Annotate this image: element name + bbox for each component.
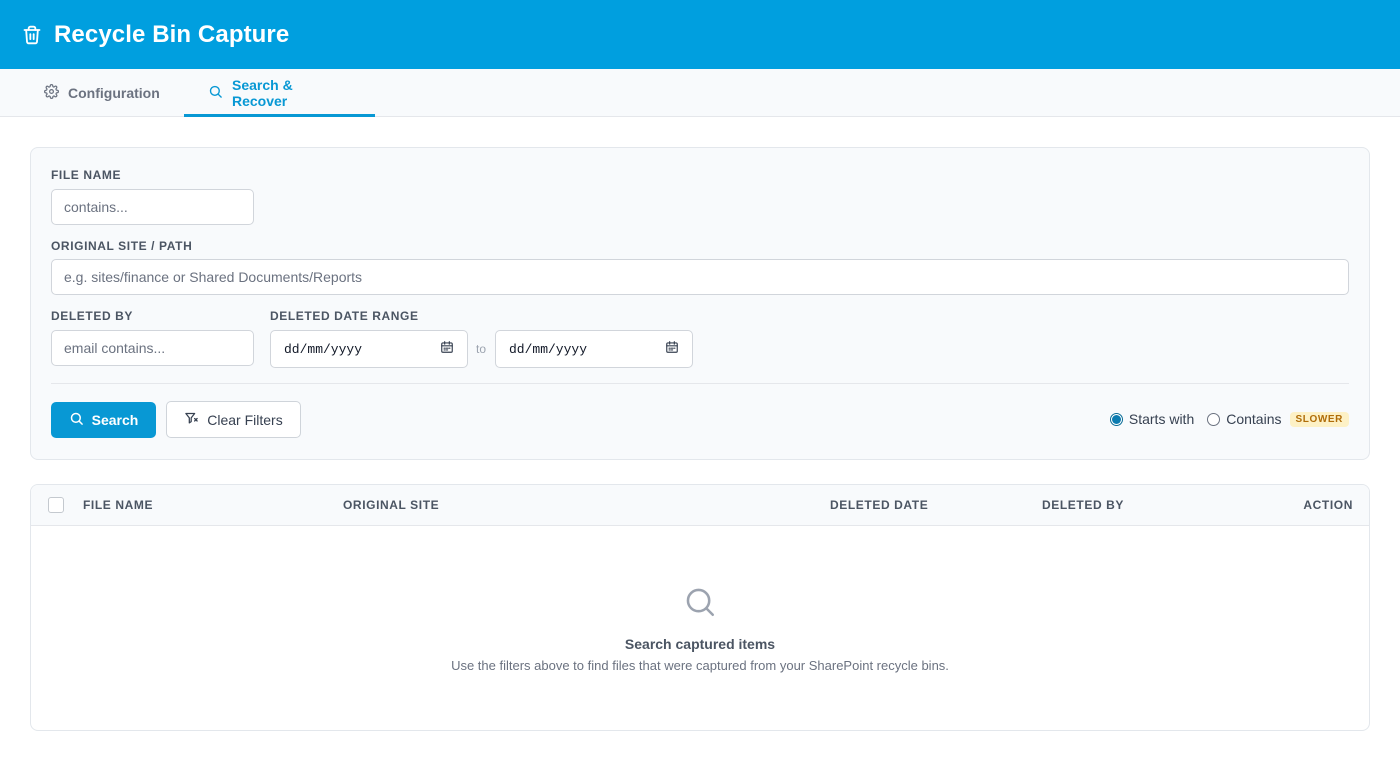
match-mode-group: Starts with Contains SLOWER xyxy=(1109,411,1349,427)
tab-search-recover[interactable]: Search & Recover xyxy=(184,69,375,117)
filter-panel: File name Original site / path Deleted b… xyxy=(30,147,1370,460)
column-file-name[interactable]: File name xyxy=(83,498,153,512)
radio-starts-with-dot[interactable] xyxy=(1109,412,1123,426)
column-original-site[interactable]: Original site xyxy=(343,498,439,512)
gear-icon xyxy=(44,83,59,102)
filter-clear-icon xyxy=(184,411,199,429)
empty-state-title: Search captured items xyxy=(624,636,776,652)
results-table: File name Original site Deleted date Del… xyxy=(30,484,1370,731)
empty-state: Search captured items Use the filters ab… xyxy=(31,585,1369,673)
date-to-value: dd/mm/yyyy xyxy=(509,341,588,357)
tab-configuration[interactable]: Configuration xyxy=(0,69,184,116)
select-all-checkbox[interactable] xyxy=(48,497,64,513)
app-header: Recycle Bin Capture xyxy=(0,0,1400,69)
file-name-label: File name xyxy=(51,168,122,182)
date-range-label: Deleted date range xyxy=(270,309,419,323)
radio-contains-label: Contains xyxy=(1226,411,1282,427)
filter-divider xyxy=(51,383,1349,384)
radio-starts-with-label: Starts with xyxy=(1128,411,1195,427)
search-icon xyxy=(69,411,84,429)
original-site-label: Original site / path xyxy=(51,239,193,253)
search-icon xyxy=(683,585,717,636)
empty-state-subtitle: Use the filters above to find files that… xyxy=(451,658,949,673)
search-button[interactable]: Search xyxy=(51,402,156,438)
calendar-icon[interactable] xyxy=(440,340,454,358)
search-button-label: Search xyxy=(91,412,139,428)
date-range-separator: to xyxy=(476,342,487,356)
slower-badge: SLOWER xyxy=(1289,411,1349,427)
deleted-by-input[interactable] xyxy=(51,330,254,366)
tab-bar: Configuration Search & Recover xyxy=(0,69,1400,117)
date-to-input[interactable]: dd/mm/yyyy xyxy=(495,330,693,368)
date-from-value: dd/mm/yyyy xyxy=(284,341,363,357)
original-site-input[interactable] xyxy=(51,259,1349,295)
column-deleted-date[interactable]: Deleted date xyxy=(830,498,928,512)
file-name-input[interactable] xyxy=(51,189,254,225)
column-action: Action xyxy=(1303,498,1353,512)
radio-contains[interactable]: Contains xyxy=(1207,411,1282,427)
clear-filters-button[interactable]: Clear Filters xyxy=(166,401,301,438)
deleted-by-label: Deleted by xyxy=(51,309,134,323)
radio-contains-dot[interactable] xyxy=(1207,412,1221,426)
tab-search-recover-label: Search & Recover xyxy=(232,76,293,109)
date-from-input[interactable]: dd/mm/yyyy xyxy=(270,330,468,368)
tab-configuration-label: Configuration xyxy=(68,84,160,101)
calendar-icon[interactable] xyxy=(665,340,679,358)
radio-starts-with[interactable]: Starts with xyxy=(1109,411,1195,427)
column-deleted-by[interactable]: Deleted by xyxy=(1042,498,1124,512)
table-header: File name Original site Deleted date Del… xyxy=(31,485,1369,526)
app-title: Recycle Bin Capture xyxy=(54,20,290,48)
trash-icon xyxy=(22,24,42,46)
search-icon xyxy=(208,84,223,102)
app-window: Recycle Bin Capture Configuration Search… xyxy=(0,0,1400,763)
clear-filters-label: Clear Filters xyxy=(207,411,283,428)
